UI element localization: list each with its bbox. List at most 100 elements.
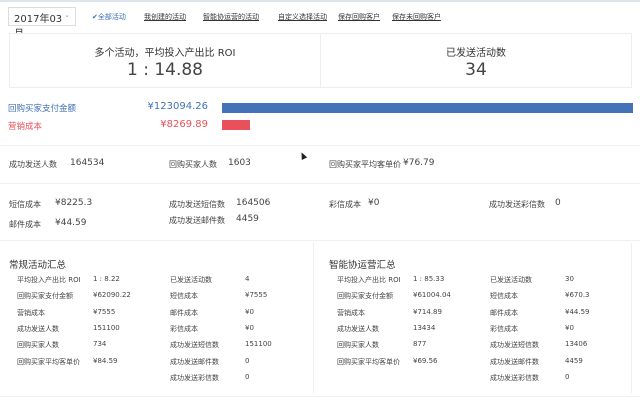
summary-label: 彩信成本	[490, 324, 518, 333]
summary-value: ¥714.89	[413, 307, 442, 316]
divider	[0, 183, 640, 184]
summary-label: 短信成本	[490, 292, 518, 301]
summary-label: 已发送活动数	[490, 276, 532, 284]
summary-label: 彩信成本	[170, 324, 198, 333]
sent-card: 已发送活动数 34	[320, 33, 632, 88]
summary-value: 30	[565, 275, 574, 283]
stat-label: 回购买家人数	[169, 160, 217, 169]
stat-value: 164534	[70, 158, 105, 168]
tab-save-non-repurchase[interactable]: 保存未回购客户	[392, 12, 441, 22]
summary-label: 成功发送人数	[337, 324, 379, 333]
summary-label: 平均投入产出比 ROI	[337, 276, 401, 284]
stat-label: 成功发送短信数	[169, 200, 225, 209]
summary-value: 1 : 85.33	[413, 275, 445, 283]
roi-title: 多个活动，平均投入产出比 ROI	[94, 48, 236, 59]
summary-value: 151100	[245, 340, 272, 349]
sent-value: 34	[465, 60, 487, 80]
bar-cost	[222, 120, 250, 130]
stat-value: ¥76.79	[403, 158, 435, 168]
summary-value: 4459	[565, 356, 583, 365]
chevron-down-icon: ⌄	[64, 11, 70, 19]
tab-custom-activities[interactable]: 自定义选择活动	[278, 12, 327, 22]
summary-value: 1 : 8.22	[93, 275, 120, 283]
bar-label-cost: 营销成本	[8, 122, 43, 132]
mouse-cursor-icon	[298, 151, 308, 160]
section-title: 常规活动汇总	[9, 260, 67, 271]
summary-label: 邮件成本	[490, 308, 518, 317]
summary-label: 成功发送彩信数	[490, 373, 539, 382]
summary-value: ¥62090.22	[93, 291, 131, 300]
summary-value: ¥0	[245, 323, 254, 332]
summary-label: 短信成本	[170, 292, 198, 301]
summary-value: ¥0	[565, 323, 574, 332]
summary-label: 成功发送邮件数	[490, 357, 539, 366]
summary-value: ¥0	[245, 307, 254, 316]
tab-save-repurchase[interactable]: 保存回购客户	[338, 12, 380, 22]
summary-label: 回购买家平均客单价	[17, 357, 80, 366]
summary-value: 4	[245, 275, 250, 283]
summary-label: 邮件成本	[170, 308, 198, 317]
sent-title: 已发送活动数	[446, 48, 506, 59]
summary-value: ¥44.59	[565, 307, 590, 316]
bar-value-repurchase: ¥123094.26	[147, 101, 208, 112]
summary-label: 回购买家平均客单价	[337, 357, 400, 366]
stat-value: ¥8225.3	[55, 198, 93, 208]
tab-my-activities[interactable]: 我创建的活动	[144, 12, 186, 22]
summary-label: 成功发送邮件数	[170, 357, 219, 366]
bar-repurchase	[222, 103, 633, 113]
divider	[0, 396, 640, 397]
stat-value: ¥44.59	[55, 218, 87, 228]
summary-value: 0	[245, 372, 250, 381]
stat-value: 0	[555, 198, 561, 208]
section-title: 智能协运营汇总	[329, 260, 396, 271]
summary-label: 营销成本	[17, 308, 45, 317]
summary-label: 营销成本	[337, 308, 365, 317]
stat-value: 1603	[228, 158, 251, 168]
stat-value: 4459	[236, 214, 259, 224]
summary-label: 回购买家人数	[17, 341, 59, 350]
tab-all-activities[interactable]: ✔全部活动	[92, 12, 126, 22]
regular-activity-summary: 常规活动汇总 平均投入产出比 ROI 1 : 8.22 回购买家支付金额 ¥62090…	[9, 243, 314, 393]
stat-value: 164506	[236, 198, 271, 208]
summary-value: ¥61004.04	[413, 291, 451, 300]
summary-value: 151100	[93, 323, 120, 332]
summary-label: 平均投入产出比 ROI	[17, 276, 81, 284]
stat-label: 彩信成本	[329, 200, 361, 209]
stat-value: ¥0	[368, 198, 380, 208]
summary-value: 13434	[413, 323, 436, 332]
bar-value-cost: ¥8269.89	[160, 119, 208, 130]
top-border	[0, 0, 640, 2]
summary-label: 回购买家支付金额	[337, 292, 393, 301]
summary-value: 13406	[565, 340, 588, 349]
stat-label: 成功发送人数	[9, 160, 57, 169]
bar-label-repurchase: 回购买家支付金额	[8, 104, 77, 114]
stat-label: 短信成本	[9, 200, 41, 209]
summary-label: 成功发送人数	[17, 324, 59, 333]
stat-label: 成功发送邮件数	[169, 216, 225, 225]
summary-value: 734	[93, 340, 107, 349]
summary-label: 成功发送短信数	[490, 341, 539, 350]
stat-label: 邮件成本	[9, 220, 41, 229]
stat-label: 回购买家平均客单价	[329, 160, 401, 169]
summary-value: ¥670.3	[565, 291, 590, 300]
summary-label: 回购买家人数	[337, 341, 379, 350]
divider	[0, 145, 640, 146]
summary-value: ¥7555	[245, 291, 268, 300]
summary-value: 0	[245, 356, 250, 365]
roi-card: 多个活动，平均投入产出比 ROI 1 : 14.88	[9, 33, 321, 88]
summary-label: 已发送活动数	[170, 276, 212, 284]
summary-value: ¥7555	[93, 307, 116, 316]
summary-value: ¥84.59	[93, 356, 118, 365]
smart-operation-summary: 智能协运营汇总 平均投入产出比 ROI 1 : 85.33 回购买家支付金额 ¥610…	[329, 243, 632, 393]
month-select[interactable]: 2017年03月 ⌄	[8, 7, 76, 40]
divider	[0, 240, 640, 241]
summary-label: 回购买家支付金额	[17, 292, 73, 301]
summary-value: ¥69.56	[413, 356, 438, 365]
summary-value: 0	[565, 372, 570, 381]
stat-label: 成功发送彩信数	[489, 200, 545, 209]
summary-value: 877	[413, 340, 427, 349]
summary-label: 成功发送彩信数	[170, 373, 219, 382]
roi-value: 1 : 14.88	[126, 60, 204, 80]
tab-smart-activities[interactable]: 智能协运营的活动	[203, 12, 259, 22]
summary-label: 成功发送短信数	[170, 341, 219, 350]
